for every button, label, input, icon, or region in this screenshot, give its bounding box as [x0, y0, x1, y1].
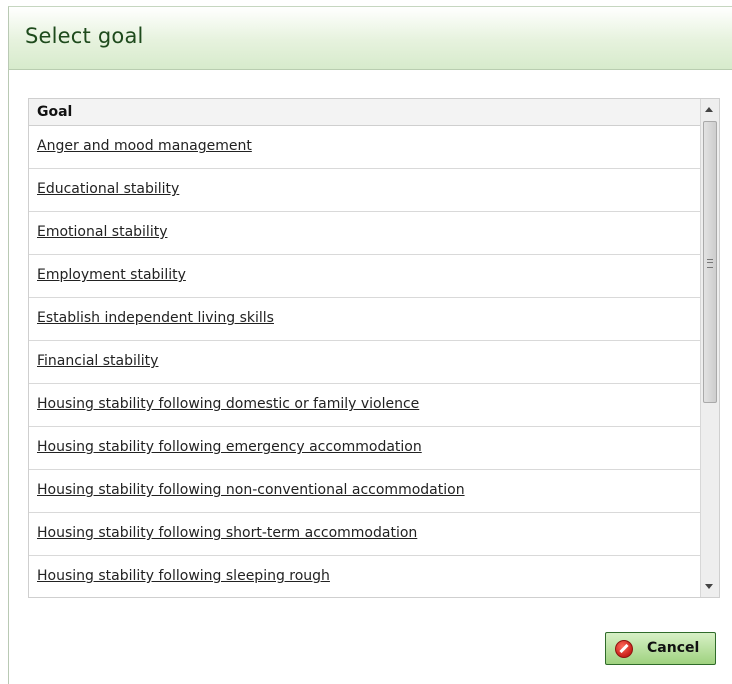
goal-link[interactable]: Housing stability following non-conventi…: [37, 482, 465, 498]
goal-link[interactable]: Housing stability following short-term a…: [37, 525, 417, 541]
cancel-button-label: Cancel: [647, 640, 700, 656]
table-row: Housing stability following sleeping rou…: [29, 556, 700, 597]
table-row: Educational stability: [29, 169, 700, 212]
goal-rows: Anger and mood management Educational st…: [29, 126, 700, 597]
table-row: Anger and mood management: [29, 126, 700, 169]
goal-link[interactable]: Employment stability: [37, 267, 186, 283]
dialog-header: Select goal: [9, 7, 732, 70]
goal-link[interactable]: Housing stability following sleeping rou…: [37, 568, 330, 584]
goal-link[interactable]: Housing stability following emergency ac…: [37, 439, 422, 455]
table-row: Housing stability following domestic or …: [29, 384, 700, 427]
goal-grid: Goal Anger and mood management Education…: [28, 98, 720, 598]
goal-link[interactable]: Establish independent living skills: [37, 310, 274, 326]
table-row: Financial stability: [29, 341, 700, 384]
scrollbar-grip-icon: [707, 259, 713, 268]
select-goal-dialog: Select goal Goal Anger and mood manageme…: [8, 6, 732, 684]
goal-link[interactable]: Emotional stability: [37, 224, 167, 240]
scrollbar-thumb[interactable]: [703, 121, 717, 403]
scroll-up-arrow-icon[interactable]: [705, 107, 713, 112]
table-row: Establish independent living skills: [29, 298, 700, 341]
goal-link[interactable]: Educational stability: [37, 181, 179, 197]
column-header-label: Goal: [37, 104, 73, 120]
goal-link[interactable]: Anger and mood management: [37, 138, 252, 154]
table-row: Housing stability following emergency ac…: [29, 427, 700, 470]
table-row: Employment stability: [29, 255, 700, 298]
dialog-title: Select goal: [25, 24, 144, 48]
goal-link[interactable]: Financial stability: [37, 353, 158, 369]
cancel-button[interactable]: Cancel: [605, 632, 716, 665]
vertical-scrollbar[interactable]: [700, 99, 719, 597]
column-header-goal[interactable]: Goal: [29, 99, 700, 126]
table-row: Housing stability following short-term a…: [29, 513, 700, 556]
cancel-icon: [615, 640, 633, 658]
table-row: Emotional stability: [29, 212, 700, 255]
table-row: Housing stability following non-conventi…: [29, 470, 700, 513]
scroll-down-arrow-icon[interactable]: [705, 584, 713, 589]
goal-link[interactable]: Housing stability following domestic or …: [37, 396, 419, 412]
